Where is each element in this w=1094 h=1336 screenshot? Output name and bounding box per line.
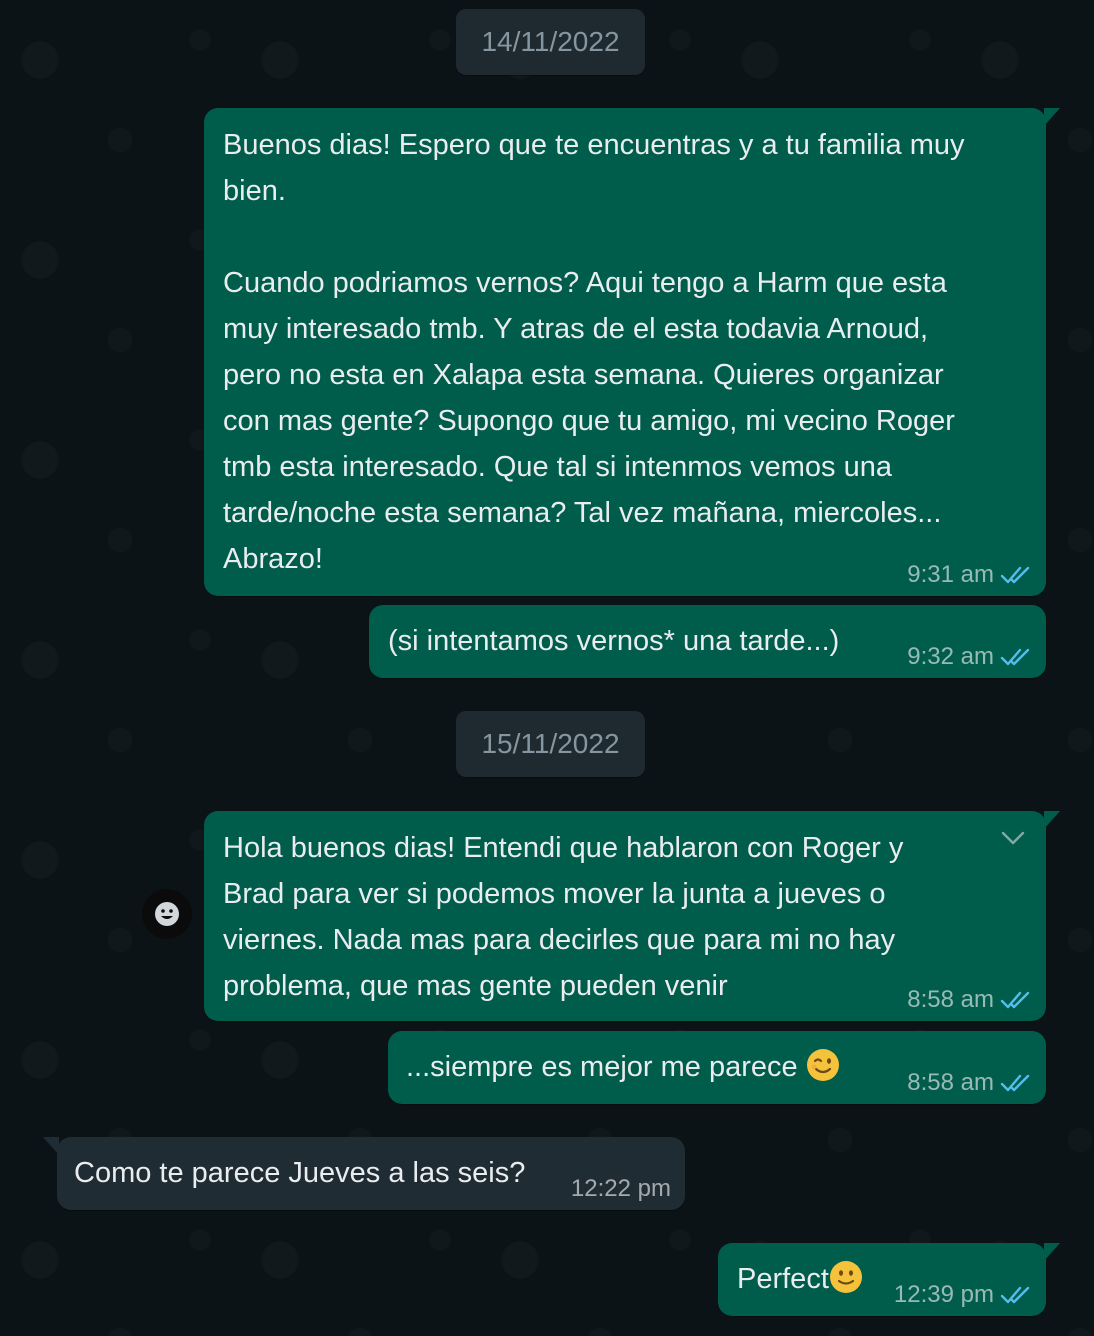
message-time: 8:58 am <box>907 986 994 1013</box>
message-bubble-outgoing[interactable]: Buenos dias! Espero que te encuentras y … <box>204 108 1060 596</box>
message-bubble-outgoing[interactable]: (si intentamos vernos* una tarde...) 9:3… <box>369 605 1046 678</box>
slightly-smiling-face-icon <box>829 1261 862 1293</box>
message-bubble-incoming[interactable]: Como te parece Jueves a las seis? 12:22 … <box>43 1137 685 1210</box>
date-divider: 14/11/2022 <box>456 9 645 75</box>
double-check-icon <box>1000 1074 1030 1092</box>
emoji-reaction-icon[interactable] <box>142 889 192 939</box>
double-check-icon <box>1000 566 1030 584</box>
message-meta: 8:58 am <box>907 985 1032 1015</box>
double-check-icon <box>1000 1286 1030 1304</box>
message-bubble-outgoing[interactable]: ...siempre es mejor me parece 8:58 am <box>388 1031 1046 1104</box>
smiley-icon <box>155 902 179 926</box>
message-text: Hola buenos dias! Entendi que hablaron c… <box>223 832 904 1002</box>
bubble-tail <box>1044 108 1060 126</box>
message-meta: 8:58 am <box>907 1068 1032 1098</box>
bubble-tail <box>1044 811 1060 829</box>
bubble-tail <box>43 1137 59 1155</box>
message-text: Buenos dias! Espero que te encuentras y … <box>223 129 965 575</box>
message-time: 8:58 am <box>907 1069 994 1096</box>
message-time: 12:22 pm <box>570 1175 671 1202</box>
message-meta: 12:22 pm <box>571 1174 671 1204</box>
date-divider: 15/11/2022 <box>456 711 645 777</box>
message-time: 9:31 am <box>907 561 994 588</box>
message-meta: 9:31 am <box>907 560 1032 590</box>
chevron-down-icon[interactable] <box>1000 829 1026 847</box>
double-check-icon <box>1000 991 1030 1009</box>
double-check-icon <box>1000 648 1030 666</box>
message-bubble-outgoing[interactable]: Perfect 12:39 pm <box>718 1243 1060 1316</box>
chat-conversation: 14/11/2022 Buenos dias! Espero que te en… <box>0 0 1094 1336</box>
message-bubble-outgoing[interactable]: Hola buenos dias! Entendi que hablaron c… <box>204 811 1060 1021</box>
message-time: 9:32 am <box>907 643 994 670</box>
message-meta: 9:32 am <box>907 642 1032 672</box>
message-meta: 12:39 pm <box>894 1280 1032 1310</box>
bubble-tail <box>1044 1243 1060 1261</box>
winking-face-icon <box>806 1049 839 1081</box>
message-time: 12:39 pm <box>893 1281 994 1308</box>
